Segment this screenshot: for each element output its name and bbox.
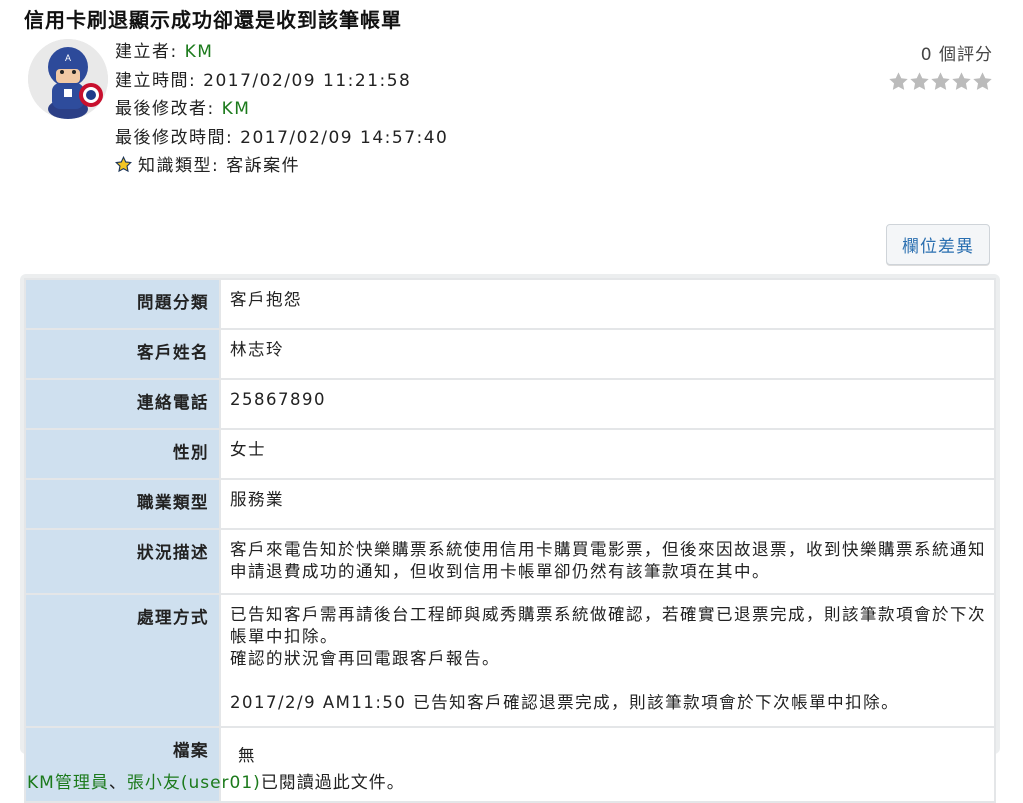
- table-row: 客戶姓名 林志玲: [24, 328, 996, 380]
- read-suffix: 已閱讀過此文件。: [260, 773, 405, 793]
- field-key: 問題分類: [24, 278, 221, 330]
- rating: 0 個評分: [888, 40, 993, 93]
- detail-panel: 問題分類 客戶抱怨 客戶姓名 林志玲 連絡電話 25867890 性別 女士 職…: [20, 274, 1000, 803]
- field-key: 處理方式: [24, 593, 221, 728]
- reader-link[interactable]: 張小友(user01): [127, 773, 261, 793]
- table-row: 問題分類 客戶抱怨: [24, 278, 996, 330]
- modified-label: 最後修改時間:: [115, 127, 234, 148]
- modified-row: 最後修改時間: 2017/02/09 14:57:40: [115, 124, 448, 153]
- creator-label: 建立者:: [115, 42, 178, 62]
- type-label: 知識類型:: [138, 156, 220, 176]
- rating-stars[interactable]: [888, 71, 993, 93]
- rating-star-icon[interactable]: [930, 71, 951, 92]
- handling-line: 已告知客戶需再請後台工程師與威秀購票系統做確認，若確實已退票完成，則該筆款項會於…: [230, 605, 986, 646]
- avatar: A: [28, 39, 108, 119]
- reader-link[interactable]: KM管理員: [27, 773, 109, 793]
- field-key: 狀況描述: [24, 528, 221, 595]
- modifier-label: 最後修改者:: [115, 99, 215, 119]
- reader-separator: 、: [108, 773, 127, 793]
- table-row: 職業類型 服務業: [24, 478, 996, 530]
- captain-avatar-icon: A: [28, 39, 108, 119]
- creator-value: KM: [184, 42, 214, 62]
- detail-table: 問題分類 客戶抱怨 客戶姓名 林志玲 連絡電話 25867890 性別 女士 職…: [24, 278, 996, 803]
- field-value: 林志玲: [219, 328, 996, 380]
- meta-info: 建立者: KM 建立時間: 2017/02/09 11:21:58 最後修改者:…: [115, 38, 448, 181]
- read-status: KM管理員、張小友(user01)已閱讀過此文件。: [27, 768, 405, 793]
- field-key: 性別: [24, 428, 221, 480]
- rating-star-icon[interactable]: [951, 71, 972, 92]
- field-value: 服務業: [219, 478, 996, 530]
- modifier-row: 最後修改者: KM: [115, 95, 448, 124]
- type-row: 知識類型: 客訴案件: [115, 152, 448, 181]
- table-row: 連絡電話 25867890: [24, 378, 996, 430]
- rating-star-icon[interactable]: [909, 71, 930, 92]
- handling-line: 確認的狀況會再回電跟客戶報告。: [230, 649, 500, 668]
- creator-row: 建立者: KM: [115, 38, 448, 67]
- field-value: 客戶抱怨: [219, 278, 996, 330]
- field-key: 連絡電話: [24, 378, 221, 430]
- handling-line: 2017/2/9 AM11:50 已告知客戶確認退票完成，則該筆款項會於下次帳單…: [230, 693, 900, 712]
- created-label: 建立時間:: [115, 70, 197, 91]
- svg-text:A: A: [65, 53, 71, 63]
- file-value: 無: [238, 746, 256, 765]
- field-key: 客戶姓名: [24, 328, 221, 380]
- field-value: 女士: [219, 428, 996, 480]
- page-title: 信用卡刷退顯示成功卻還是收到該筆帳單: [24, 8, 402, 32]
- field-key: 職業類型: [24, 478, 221, 530]
- created-value: 2017/02/09 11:21:58: [203, 70, 412, 91]
- handling-line-blank: [230, 670, 986, 692]
- created-row: 建立時間: 2017/02/09 11:21:58: [115, 67, 448, 96]
- field-value: 25867890: [219, 378, 996, 430]
- field-value: 已告知客戶需再請後台工程師與威秀購票系統做確認，若確實已退票完成，則該筆款項會於…: [219, 593, 996, 728]
- rating-star-icon[interactable]: [888, 71, 909, 92]
- star-icon: [115, 154, 132, 182]
- rating-count: 0 個評分: [920, 45, 993, 65]
- modified-value: 2017/02/09 14:57:40: [240, 127, 449, 148]
- table-row: 處理方式 已告知客戶需再請後台工程師與威秀購票系統做確認，若確實已退票完成，則該…: [24, 593, 996, 728]
- table-row: 狀況描述 客戶來電告知於快樂購票系統使用信用卡購買電影票，但後來因故退票，收到快…: [24, 528, 996, 595]
- rating-star-icon[interactable]: [972, 71, 993, 92]
- field-value: 客戶來電告知於快樂購票系統使用信用卡購買電影票，但後來因故退票，收到快樂購票系統…: [219, 528, 996, 595]
- field-diff-button[interactable]: 欄位差異: [886, 224, 990, 265]
- table-row: 性別 女士: [24, 428, 996, 480]
- modifier-value: KM: [221, 99, 251, 119]
- type-value: 客訴案件: [226, 156, 301, 176]
